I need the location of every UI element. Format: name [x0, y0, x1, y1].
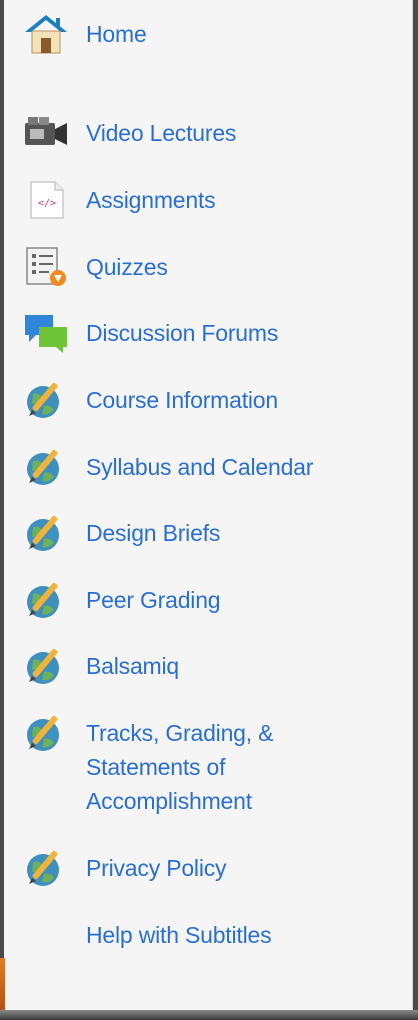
- nav-item-discussion-forums[interactable]: Discussion Forums: [22, 311, 402, 355]
- home-icon: [22, 12, 74, 56]
- globe-pencil-icon: [22, 445, 74, 489]
- nav-item-course-information[interactable]: Course Information: [22, 378, 402, 422]
- nav-item-privacy-policy[interactable]: Privacy Policy: [22, 846, 402, 890]
- svg-text:</>: </>: [38, 198, 56, 209]
- nav-item-home[interactable]: Home: [22, 12, 402, 56]
- nav-label-design-briefs: Design Briefs: [86, 520, 221, 546]
- nav-label-balsamiq: Balsamiq: [86, 653, 179, 679]
- globe-pencil-icon: [22, 511, 74, 555]
- window-bottom-edge: [0, 1010, 418, 1020]
- nav-label-privacy-policy: Privacy Policy: [86, 855, 227, 881]
- globe-pencil-icon: [22, 578, 74, 622]
- globe-pencil-icon: [22, 846, 74, 890]
- course-nav-sidebar: Home Video Lectures </> Assignments Quiz…: [4, 0, 413, 1010]
- globe-pencil-icon: [22, 378, 74, 422]
- nav-label-syllabus-and-calendar: Syllabus and Calendar: [86, 454, 314, 480]
- nav-label-help-with-subtitles: Help with Subtitles: [86, 922, 272, 948]
- nav-label-home: Home: [86, 21, 147, 47]
- blank-icon-spacer: [22, 913, 74, 957]
- nav-label-assignments: Assignments: [86, 187, 216, 213]
- accent-strip: [0, 958, 5, 1016]
- nav-label-peer-grading: Peer Grading: [86, 587, 221, 613]
- chat-bubbles-icon: [22, 311, 74, 355]
- nav-label-discussion-forums: Discussion Forums: [86, 320, 279, 346]
- nav-item-video-lectures[interactable]: Video Lectures: [22, 111, 402, 155]
- nav-item-peer-grading[interactable]: Peer Grading: [22, 578, 402, 622]
- nav-label-course-information: Course Information: [86, 387, 278, 413]
- nav-label-tracks-grading: Tracks, Grading, & Statements of Accompl…: [86, 720, 274, 814]
- nav-label-quizzes: Quizzes: [86, 254, 168, 280]
- globe-pencil-icon: [22, 711, 74, 755]
- nav-item-assignments[interactable]: </> Assignments: [22, 178, 402, 222]
- nav-item-design-briefs[interactable]: Design Briefs: [22, 511, 402, 555]
- quiz-checklist-icon: [22, 245, 74, 289]
- video-camera-icon: [22, 111, 74, 155]
- code-document-icon: </>: [22, 178, 74, 222]
- nav-item-tracks-grading[interactable]: Tracks, Grading, & Statements of Accompl…: [22, 711, 402, 818]
- nav-item-help-with-subtitles[interactable]: Help with Subtitles: [22, 913, 402, 957]
- globe-pencil-icon: [22, 644, 74, 688]
- nav-item-syllabus-and-calendar[interactable]: Syllabus and Calendar: [22, 445, 402, 489]
- nav-item-balsamiq[interactable]: Balsamiq: [22, 644, 402, 688]
- nav-label-video-lectures: Video Lectures: [86, 120, 237, 146]
- nav-item-quizzes[interactable]: Quizzes: [22, 245, 402, 289]
